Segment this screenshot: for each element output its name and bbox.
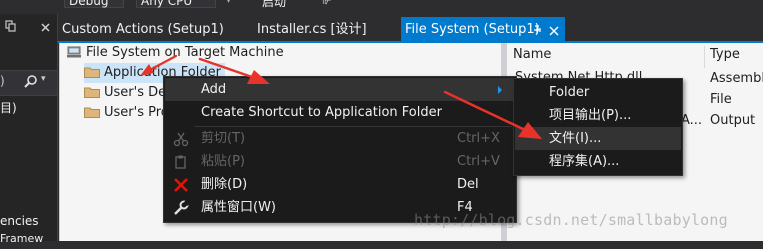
arrow-to-add bbox=[198, 57, 270, 84]
annotation-arrows bbox=[140, 54, 542, 139]
watermark: http://blog.csdn.net/smallbabylong bbox=[414, 211, 728, 229]
watermark-text: http://blog.csdn.net/smallbabylong bbox=[414, 211, 728, 229]
arrow-to-application-folder bbox=[140, 54, 178, 76]
arrow-to-file bbox=[443, 90, 542, 139]
